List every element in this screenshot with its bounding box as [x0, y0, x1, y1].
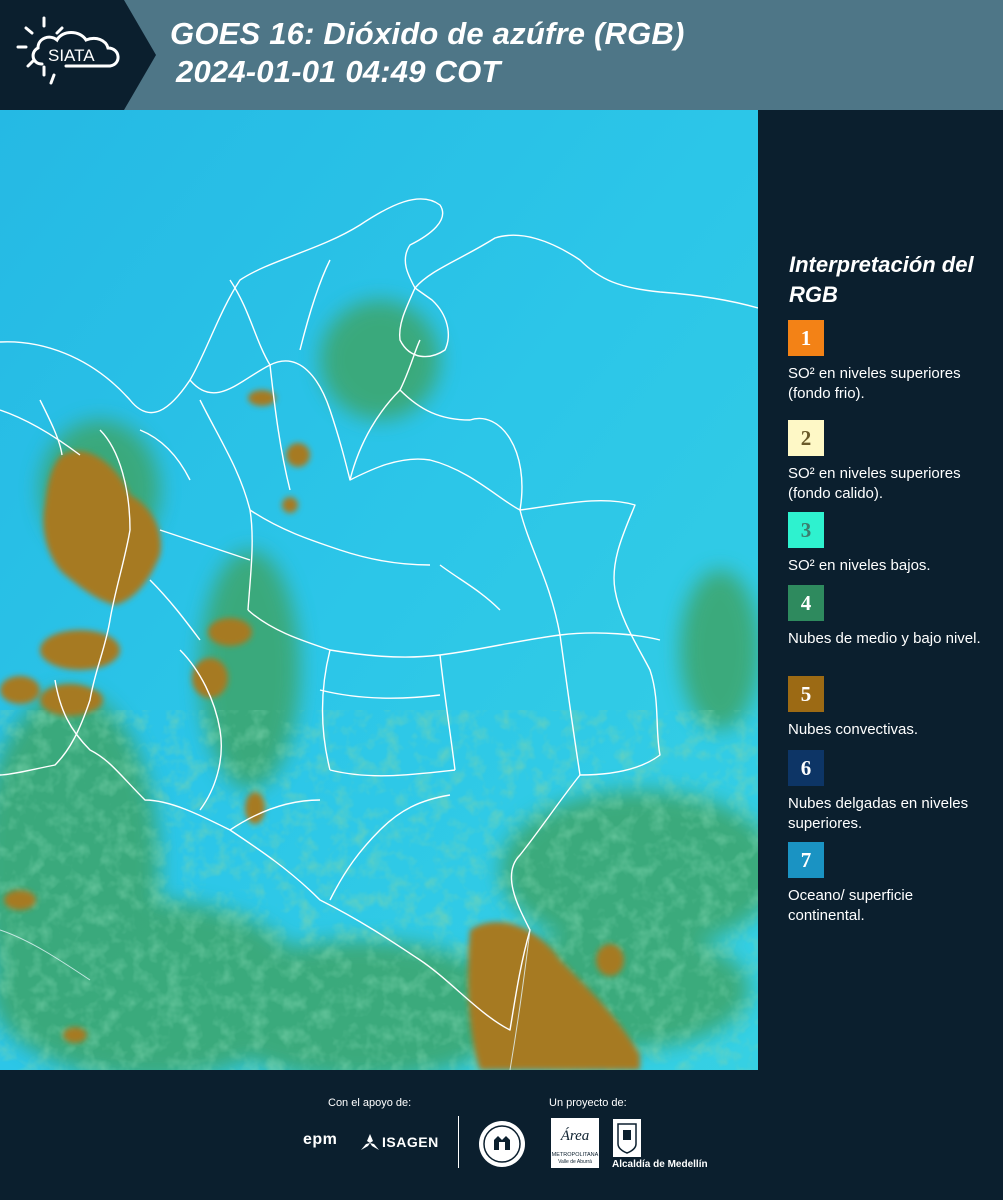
legend-item: 1 SO² en niveles superiores (fondo frio).	[788, 320, 988, 404]
medellin-seal-icon	[479, 1121, 525, 1167]
legend-item-label: Nubes delgadas en niveles superiores.	[788, 795, 969, 832]
legend-item: 6 Nubes delgadas en niveles superiores.	[788, 750, 988, 834]
legend-swatch: 1	[788, 320, 824, 356]
legend-item: 7 Oceano/ superficie continental.	[788, 842, 988, 926]
isagen-text: ISAGEN	[382, 1134, 439, 1150]
footer: Con el apoyo de: Un proyecto de: epm ISA…	[0, 1070, 1003, 1200]
header-bar: SIATA GOES 16: Dióxido de azúfre (RGB) 2…	[0, 0, 1003, 110]
legend-swatch: 2	[788, 420, 824, 456]
legend-item-label: SO² en niveles superiores (fondo frio).	[788, 365, 961, 402]
map-timestamp: 2024-01-01 04:49 COT	[176, 54, 501, 89]
area-metropolitana-logo: Área METROPOLITANA Valle de Aburrá	[551, 1118, 599, 1168]
svg-text:Área: Área	[560, 1127, 590, 1144]
alcaldia-shield-icon	[613, 1119, 641, 1157]
siata-logo: SIATA	[0, 0, 158, 110]
epm-logo: epm	[303, 1131, 338, 1148]
legend-item-label: Nubes de medio y bajo nivel.	[788, 630, 981, 647]
rgb-legend: Interpretación del RGB 1 SO² en niveles s…	[758, 110, 1003, 1070]
footer-divider	[458, 1116, 459, 1168]
isagen-mark-icon	[361, 1134, 379, 1150]
legend-item: 4 Nubes de medio y bajo nivel.	[788, 585, 988, 649]
legend-item: 3 SO² en niveles bajos.	[788, 512, 988, 576]
satellite-map	[0, 110, 758, 1070]
svg-text:Valle de Aburrá: Valle de Aburrá	[558, 1159, 592, 1165]
legend-item-label: SO² en niveles bajos.	[788, 557, 931, 574]
legend-title: Interpretación del RGB	[789, 252, 974, 307]
svg-text:METROPOLITANA: METROPOLITANA	[552, 1152, 599, 1158]
legend-swatch: 3	[788, 512, 824, 548]
legend-swatch: 5	[788, 676, 824, 712]
legend-item: 5 Nubes convectivas.	[788, 676, 988, 740]
legend-item: 2 SO² en niveles superiores (fondo calido…	[788, 420, 988, 504]
legend-item-label: SO² en niveles superiores (fondo calido)…	[788, 465, 961, 502]
map-title: GOES 16: Dióxido de azúfre (RGB)	[170, 16, 685, 51]
alcaldia-text: Alcaldía de Medellín	[612, 1159, 708, 1170]
legend-swatch: 4	[788, 585, 824, 621]
siata-brand-text: SIATA	[48, 46, 95, 65]
legend-item-label: Nubes convectivas.	[788, 721, 919, 738]
support-caption: Con el apoyo de:	[328, 1097, 412, 1109]
legend-swatch: 7	[788, 842, 824, 878]
project-caption: Un proyecto de:	[549, 1097, 627, 1109]
legend-swatch: 6	[788, 750, 824, 786]
legend-item-label: Oceano/ superficie continental.	[788, 887, 914, 924]
satellite-image	[0, 110, 758, 1070]
